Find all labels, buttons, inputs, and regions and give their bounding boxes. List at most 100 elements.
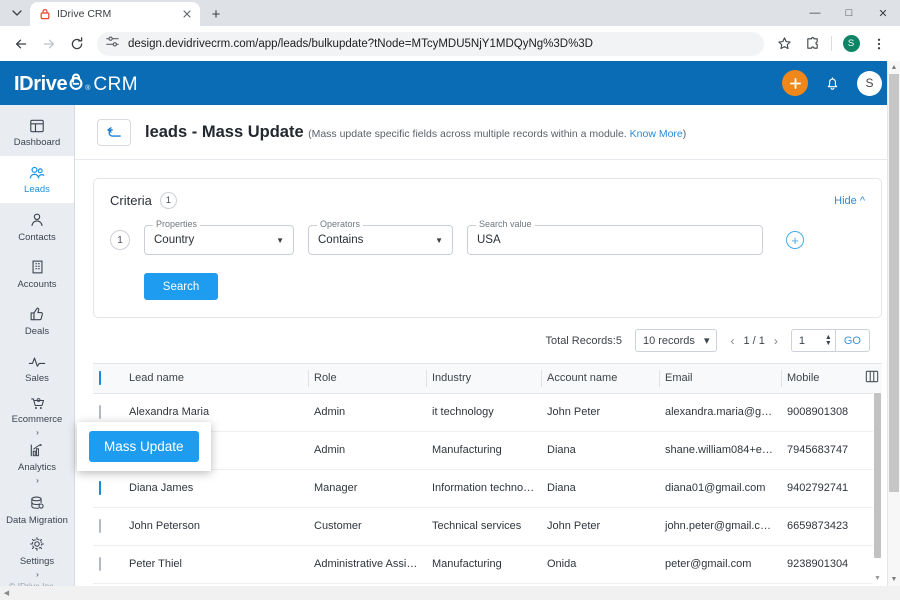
tune-icon[interactable]	[105, 34, 120, 54]
sidebar-item-contacts[interactable]: Contacts	[0, 203, 74, 250]
row-checkbox[interactable]	[99, 405, 101, 419]
go-button[interactable]: GO	[834, 330, 869, 351]
table-row[interactable]: Lynda N Admin Manufacturing Diana shane.…	[93, 431, 882, 470]
logo-lock-icon	[68, 71, 84, 90]
page-number-stepper[interactable]: ▲ ▼	[822, 330, 835, 351]
page-hscroll-left-icon[interactable]: ◀	[0, 589, 13, 597]
sidebar-item-accounts[interactable]: Accounts	[0, 251, 74, 298]
sidebar-item-label: Analytics	[17, 461, 56, 473]
sidebar-item-deals[interactable]: Deals	[0, 298, 74, 345]
columns-icon[interactable]	[865, 371, 879, 386]
criteria-title: Criteria	[110, 193, 152, 208]
back-icon[interactable]	[8, 31, 34, 57]
next-page-icon[interactable]: ›	[774, 334, 778, 348]
page-indicator: 1 / 1	[743, 334, 765, 347]
logo-brand: IDrive	[14, 72, 68, 95]
sidebar-item-label: Ecommerce	[11, 414, 63, 426]
operators-select[interactable]: Operators Contains ▼	[308, 219, 453, 255]
reload-icon[interactable]	[64, 31, 90, 57]
new-tab-button[interactable]: +	[203, 2, 229, 26]
page-horizontal-scrollbar[interactable]: ◀	[0, 586, 900, 600]
cell-industry: Information technol…	[426, 469, 541, 508]
column-header-role[interactable]: Role	[308, 364, 426, 394]
page-vertical-scrollbar[interactable]: ▲ ▼	[887, 61, 900, 586]
column-header-lead-name[interactable]: Lead name	[123, 364, 308, 394]
cell-account-name: John Peter	[541, 507, 659, 546]
cell-lead-name: John Peterson	[123, 507, 308, 546]
star-icon[interactable]	[771, 31, 797, 57]
operators-value: Contains	[318, 234, 364, 246]
app-header: IDrive ® CRM S	[0, 61, 900, 105]
cell-industry: Manufacturing	[426, 431, 541, 470]
hide-criteria-link[interactable]: Hide ^	[834, 195, 865, 207]
sidebar-item-leads[interactable]: Leads	[0, 156, 74, 204]
sidebar-item-label: Dashboard	[13, 137, 61, 149]
toolbar-divider	[831, 36, 832, 51]
user-avatar[interactable]: S	[857, 70, 882, 96]
tab-strip: IDrive CRM + — □ ✕	[0, 0, 900, 26]
know-more-link[interactable]: Know More	[630, 128, 683, 140]
column-header-mobile[interactable]: Mobile	[781, 364, 859, 394]
table-row[interactable]: Alexandra Maria Admin it technology John…	[93, 393, 882, 432]
sidebar-item-analytics[interactable]: Analytics ›	[0, 439, 74, 486]
sidebar-item-ecommerce[interactable]: Ecommerce ›	[0, 392, 74, 439]
add-criteria-icon[interactable]: +	[786, 231, 804, 249]
tab-search-icon[interactable]	[4, 0, 30, 26]
prev-page-icon[interactable]: ‹	[730, 334, 734, 348]
properties-select[interactable]: Properties Country ▼	[144, 219, 294, 255]
table-vertical-scrollbar[interactable]: ▼	[873, 393, 882, 584]
cell-role: Customer	[308, 507, 426, 546]
row-checkbox[interactable]	[99, 557, 101, 571]
browser-profile-avatar[interactable]: S	[838, 31, 864, 57]
table-vscroll-thumb[interactable]	[874, 393, 881, 558]
address-bar[interactable]: design.devidrivecrm.com/app/leads/bulkup…	[97, 31, 764, 56]
idrive-crm-logo[interactable]: IDrive ® CRM	[14, 71, 138, 96]
search-value-text: USA	[477, 234, 501, 246]
stepper-down-icon[interactable]: ▼	[825, 340, 832, 347]
chevron-down-icon: ▼	[276, 235, 284, 245]
operators-label: Operators	[317, 219, 364, 229]
cell-mobile: 9008901308	[781, 393, 859, 432]
page-scroll-down-icon[interactable]: ▼	[888, 573, 900, 586]
search-value-input[interactable]: Search value USA	[467, 219, 763, 255]
select-all-checkbox[interactable]	[99, 371, 101, 386]
table-row[interactable]: Peter Thiel Administrative Assist… Manuf…	[93, 545, 882, 584]
sidebar: Dashboard Leads Contacts Accounts Deals …	[0, 105, 75, 600]
notifications-bell-icon[interactable]	[824, 75, 841, 92]
sidebar-item-data-migration[interactable]: Data Migration	[0, 487, 74, 534]
column-header-email[interactable]: Email	[659, 364, 781, 394]
sidebar-item-sales[interactable]: Sales	[0, 345, 74, 392]
url-text: design.devidrivecrm.com/app/leads/bulkup…	[128, 37, 593, 50]
records-per-page-select[interactable]: 10 records ▾	[634, 329, 718, 352]
page-scroll-up-icon[interactable]: ▲	[888, 61, 900, 74]
window-close-button[interactable]: ✕	[866, 0, 900, 26]
dashboard-icon	[29, 117, 45, 134]
mass-update-button[interactable]: Mass Update	[89, 431, 199, 462]
window-maximize-button[interactable]: □	[832, 0, 866, 26]
table-vscroll-down-icon[interactable]: ▼	[873, 572, 882, 584]
sidebar-item-settings[interactable]: Settings ›	[0, 534, 74, 581]
sidebar-caret-icon: ›	[36, 428, 39, 438]
page-subtitle-prefix: (Mass update specific fields across mult…	[308, 128, 630, 140]
table-row[interactable]: John Peterson Customer Technical service…	[93, 507, 882, 546]
sidebar-item-dashboard[interactable]: Dashboard	[0, 109, 74, 156]
cell-industry: Manufacturing	[426, 545, 541, 584]
more-vertical-icon[interactable]	[866, 31, 892, 57]
browser-window: IDrive CRM + — □ ✕ design.devidrivecrm.c…	[0, 0, 900, 600]
puzzle-icon[interactable]	[799, 31, 825, 57]
page-number-input[interactable]: 1	[792, 330, 822, 351]
table-row[interactable]: Diana James Manager Information technol……	[93, 469, 882, 508]
search-button[interactable]: Search	[144, 273, 218, 300]
add-record-button[interactable]	[782, 70, 808, 96]
column-header-industry[interactable]: Industry	[426, 364, 541, 394]
page-scroll-thumb[interactable]	[889, 74, 899, 492]
tab-close-icon[interactable]	[180, 7, 194, 21]
row-checkbox[interactable]	[99, 481, 101, 495]
sidebar-caret-icon: ›	[36, 569, 39, 579]
browser-tab[interactable]: IDrive CRM	[30, 2, 200, 26]
row-checkbox[interactable]	[99, 519, 101, 533]
forward-icon[interactable]	[36, 31, 62, 57]
column-header-account-name[interactable]: Account name	[541, 364, 659, 394]
window-minimize-button[interactable]: —	[798, 0, 832, 26]
back-button[interactable]	[97, 119, 131, 146]
